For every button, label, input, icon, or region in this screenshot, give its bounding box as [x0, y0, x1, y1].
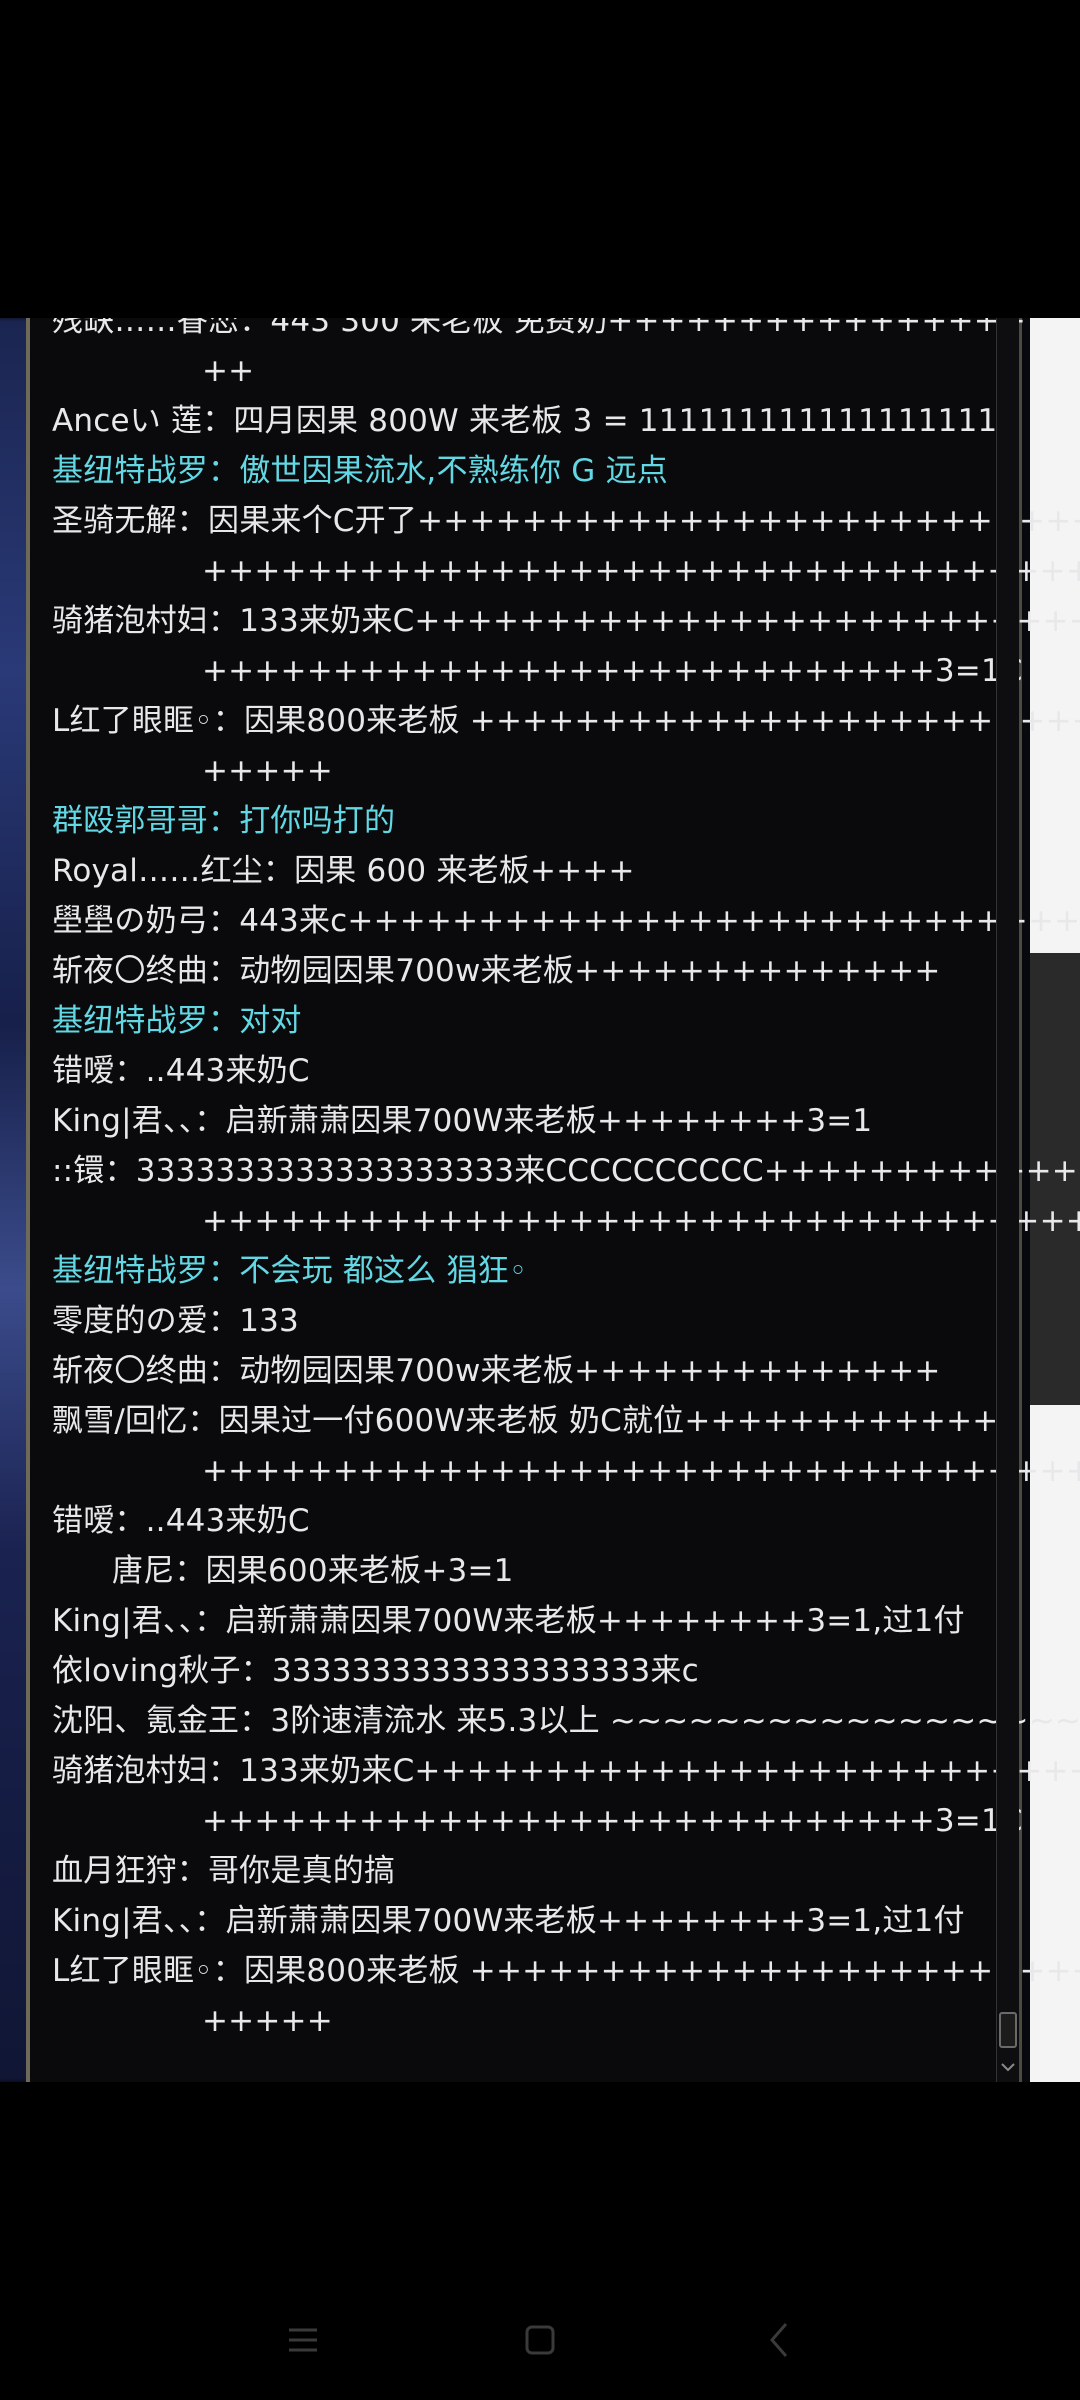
chat-message: 错嗳：..443来奶C	[52, 1503, 310, 1539]
chat-message: 依loving秋子：3333333333333333333来c	[52, 1653, 699, 1689]
chat-message: 基纽特战罗：傲世因果流水,不熟练你 G 远点	[52, 453, 668, 489]
chat-message: 血月狂狩：哥你是真的搞	[52, 1853, 396, 1889]
chat-scrollbar[interactable]	[996, 318, 1019, 2082]
chat-message-continuation: ++++++++++++++++++++++++++++++++++	[202, 1203, 1080, 1239]
chat-panel: 残缺……眷恋：443 300 来老板 免费奶++++++++++++++++ ++…	[26, 318, 1080, 2082]
chat-message: 圣骑无解：因果来个C开了+++++++++++++++++++++++++++	[52, 503, 1080, 539]
chat-message: 零度的の爱：133	[52, 1303, 299, 1339]
chat-message: 唐尼：因果600来老板+3=1	[112, 1553, 514, 1589]
chat-message: 骑猪泡村妇：133来奶来C+++++++++++++++++++++++++++…	[52, 603, 1080, 639]
chat-message-continuation: +++++++++++++++++++++++++++++++++++	[202, 1453, 1080, 1489]
chat-message: 沈阳、氪金王：3阶速清流水 来5.3以上 ~~~~~~~~~~~~~~~~~~	[52, 1703, 1080, 1739]
chat-message: 群殴郭哥哥：打你吗打的	[52, 803, 396, 839]
chat-message: King|君、、：启新萧萧因果700W来老板++++++++3=1	[52, 1103, 873, 1139]
chat-message: 基纽特战罗：不会玩 都这么 猖狂◦	[52, 1253, 528, 1289]
chat-message-continuation: +++++	[202, 753, 333, 789]
chat-message-continuation: +++++	[202, 2003, 333, 2039]
game-video-frame: 残缺……眷恋：443 300 来老板 免费奶++++++++++++++++ ++…	[0, 318, 1080, 2082]
chat-message: King|君、、：启新萧萧因果700W来老板++++++++3=1,过1付	[52, 1903, 965, 1939]
chat-message: L红了眼眶◦：因果800来老板 ++++++++++++++++++++++++	[52, 1953, 1080, 1989]
chat-message-continuation: ++++++++++++++++++++++++++++3=1C	[202, 653, 1023, 689]
chat-message: King|君、、：启新萧萧因果700W来老板++++++++3=1,过1付	[52, 1603, 965, 1639]
chat-message: 飘雪/回忆：因果过一付600W来老板 奶C就位++++++++++++	[52, 1403, 999, 1439]
top-black-area	[0, 0, 1080, 318]
chat-message: 错嗳：..443来奶C	[52, 1053, 310, 1089]
scrollbar-thumb[interactable]	[999, 2012, 1017, 2048]
chat-message-continuation: ++++++++++++++++++++++++++++++++++++	[202, 553, 1080, 589]
chat-message: 残缺……眷恋：443 300 来老板 免费奶++++++++++++++++	[52, 318, 1027, 339]
chat-message: Anceい 莲：四月因果 800W 来老板 3 = 11111111111111…	[52, 403, 1018, 439]
chat-message-list: 残缺……眷恋：443 300 来老板 免费奶++++++++++++++++ ++…	[52, 318, 1080, 2046]
chat-message: 斩夜〇终曲：动物园因果700w来老板++++++++++++++	[52, 1353, 941, 1389]
chat-message: 基纽特战罗：对对	[52, 1003, 302, 1039]
menu-icon[interactable]	[273, 2310, 333, 2370]
home-icon[interactable]	[510, 2310, 570, 2370]
chat-message: ::镮：3333333333333333333来CCCCCCCCCC++++++…	[52, 1153, 1080, 1189]
chat-message: Royal……红尘：因果 600 来老板++++	[52, 853, 635, 889]
chat-message-continuation: ++++++++++++++++++++++++++++3=1C	[202, 1803, 1023, 1839]
chevron-down-icon[interactable]	[997, 2056, 1019, 2080]
chat-message: 斩夜〇终曲：动物园因果700w来老板++++++++++++++	[52, 953, 941, 989]
chat-message: 骑猪泡村妇：133来奶来C+++++++++++++++++++++++++++…	[52, 1753, 1080, 1789]
chat-message: 壆壆の奶弓：443来c+++++++++++++++++++++++++++++…	[52, 903, 1080, 939]
chat-message-continuation: ++	[202, 353, 255, 389]
back-icon[interactable]	[750, 2310, 810, 2370]
chat-message: L红了眼眶◦：因果800来老板 ++++++++++++++++++++++++	[52, 703, 1080, 739]
